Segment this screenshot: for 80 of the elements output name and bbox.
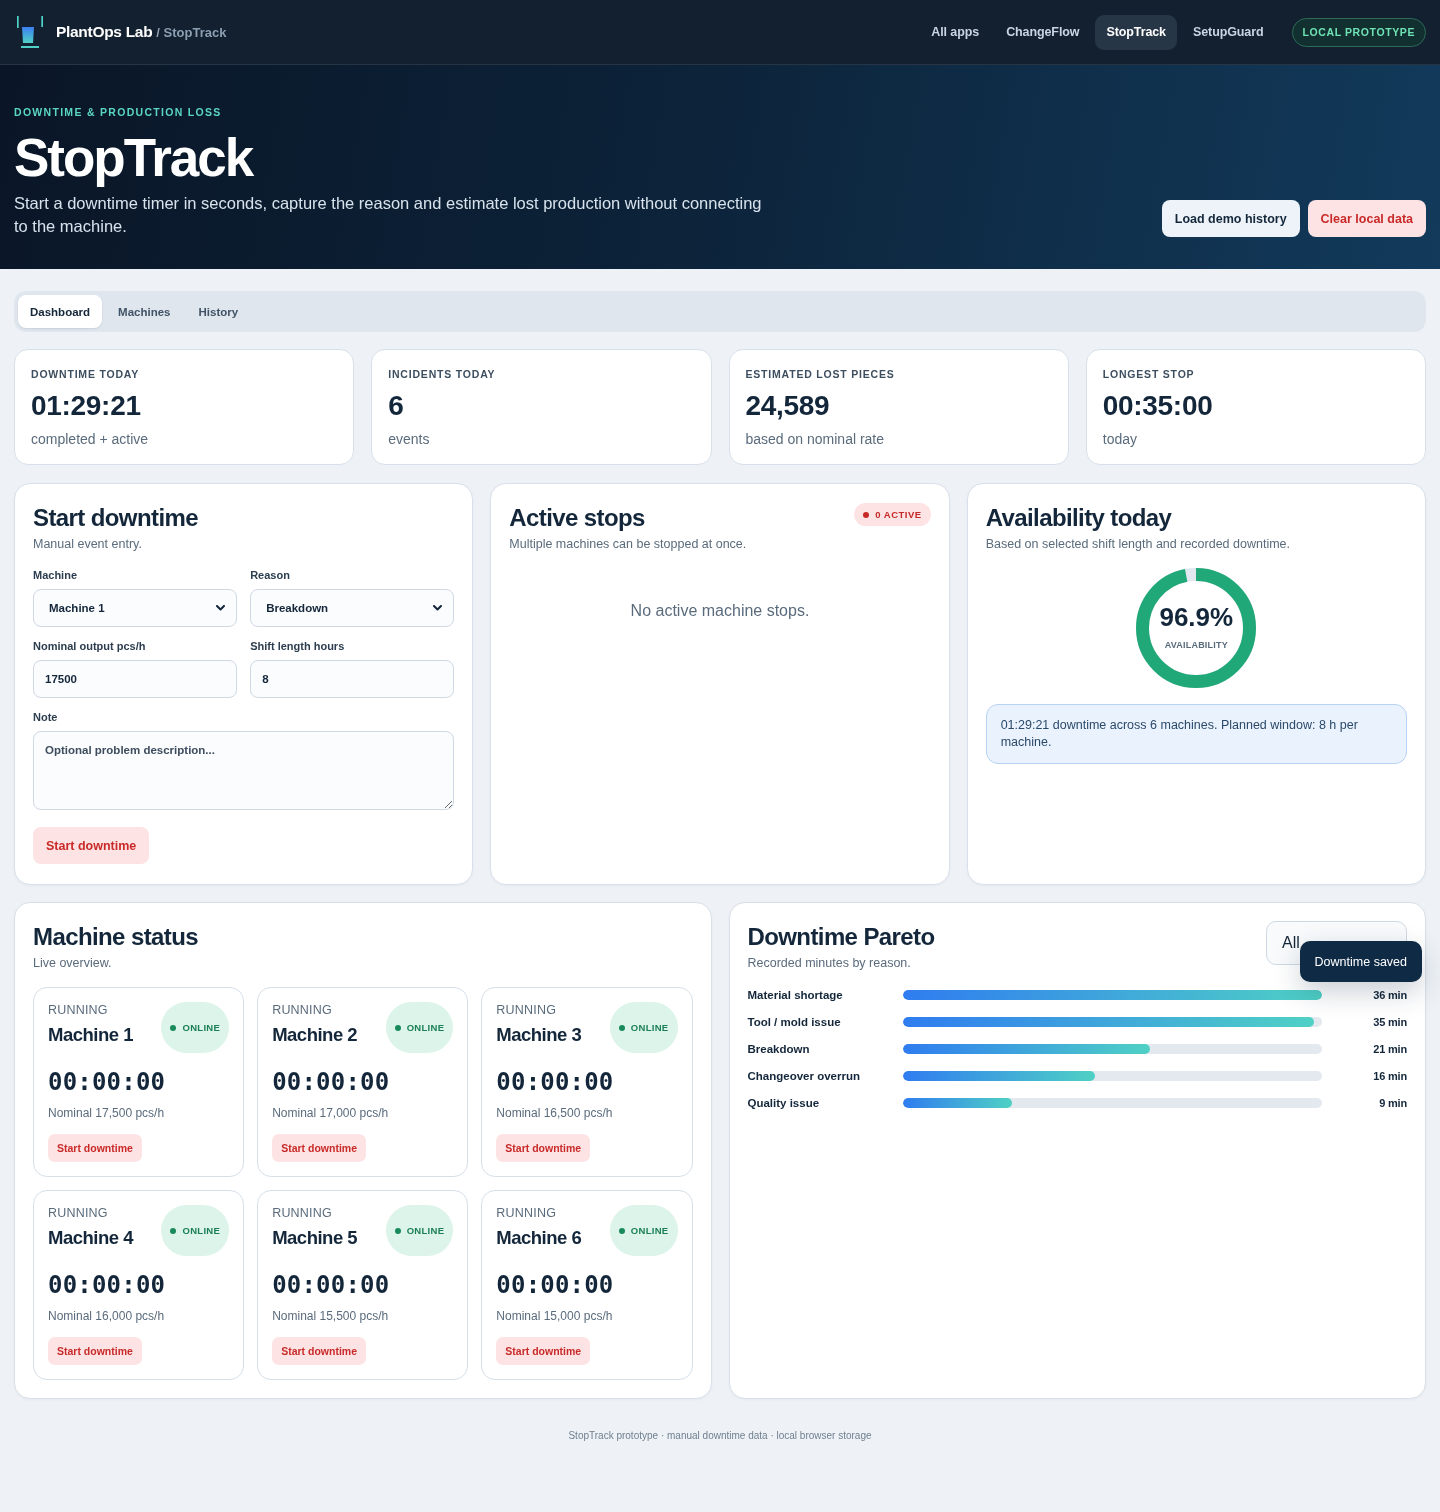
stat-value: 00:35:00 bbox=[1102, 389, 1214, 423]
brand-name: PlantOps Lab bbox=[56, 23, 153, 41]
status-label: ONLINE bbox=[630, 1225, 669, 1236]
page-description: Start a downtime timer in seconds, capture the reason and estimate lost production without connecting to the machine. bbox=[14, 193, 763, 237]
minutes-value: 9 min bbox=[1378, 1096, 1407, 1109]
machine-state: RUNNING bbox=[272, 1002, 333, 1018]
nominal-rate: Nominal 17,000 pcs/h bbox=[272, 1105, 390, 1121]
prototype-badge: LOCAL PROTOTYPE bbox=[1291, 17, 1426, 47]
info-note: 01:29:21 downtime across 6 machines. Planned window: 8 h per machine. bbox=[985, 704, 1407, 764]
machine-name: Machine 1 bbox=[48, 1023, 133, 1047]
card-title: Downtime Pareto bbox=[747, 923, 935, 951]
card-subtitle: Based on selected shift length and recorded downtime. bbox=[985, 536, 1291, 552]
nominal-rate: Nominal 15,000 pcs/h bbox=[496, 1308, 614, 1324]
saved-toast: Downtime saved bbox=[1299, 941, 1422, 982]
machine-state: RUNNING bbox=[272, 1205, 333, 1221]
minutes-value: 21 min bbox=[1372, 1042, 1407, 1055]
stat-value: 6 bbox=[388, 389, 405, 423]
stat-caption: completed + active bbox=[31, 430, 150, 448]
machine-name: Machine 3 bbox=[496, 1023, 582, 1047]
card-subtitle: Live overview. bbox=[33, 955, 113, 971]
stat-caption: today bbox=[1102, 430, 1138, 448]
card-subtitle: Manual event entry. bbox=[33, 536, 143, 552]
timer-display: 00:00:00 bbox=[48, 1270, 167, 1300]
machine-state: RUNNING bbox=[48, 1205, 109, 1221]
card-title: Availability today bbox=[985, 504, 1173, 532]
field-label: Machine bbox=[33, 568, 78, 582]
field-label: Reason bbox=[250, 568, 291, 582]
reason-label: Changeover overrun bbox=[747, 1069, 861, 1082]
page-title: StopTrack bbox=[14, 129, 255, 187]
reason-label: Tool / mold issue bbox=[747, 1015, 842, 1028]
card-title: Machine status bbox=[33, 923, 199, 951]
stat-label: ESTIMATED LOST PIECES bbox=[745, 367, 896, 381]
timer-display: 00:00:00 bbox=[48, 1067, 167, 1097]
card-title: Start downtime bbox=[33, 504, 199, 532]
empty-state-message: No active machine stops. bbox=[629, 601, 811, 621]
machine-state: RUNNING bbox=[48, 1002, 109, 1018]
status-label: ONLINE bbox=[182, 1022, 221, 1033]
card-subtitle: Multiple machines can be stopped at once. bbox=[509, 536, 747, 552]
status-label: ONLINE bbox=[406, 1225, 445, 1236]
status-label: ONLINE bbox=[630, 1022, 669, 1033]
minutes-value: 35 min bbox=[1372, 1015, 1407, 1028]
status-label: ONLINE bbox=[182, 1225, 221, 1236]
field-label: Shift length hours bbox=[250, 639, 346, 653]
eyebrow-label: DOWNTIME & PRODUCTION LOSS bbox=[14, 105, 223, 119]
availability-caption: AVAILABILITY bbox=[1164, 640, 1228, 651]
stat-value: 01:29:21 bbox=[31, 389, 142, 423]
reason-label: Quality issue bbox=[747, 1096, 821, 1109]
field-label: Note bbox=[33, 710, 59, 724]
nominal-rate: Nominal 17,500 pcs/h bbox=[48, 1105, 166, 1121]
nominal-rate: Nominal 16,500 pcs/h bbox=[496, 1105, 614, 1121]
timer-display: 00:00:00 bbox=[496, 1270, 615, 1300]
card-title: Active stops bbox=[509, 504, 646, 532]
stat-caption: events bbox=[388, 430, 431, 448]
minutes-value: 16 min bbox=[1372, 1069, 1407, 1082]
timer-display: 00:00:00 bbox=[496, 1067, 615, 1097]
stat-label: DOWNTIME TODAY bbox=[31, 367, 141, 381]
stat-label: INCIDENTS TODAY bbox=[388, 367, 497, 381]
machine-name: Machine 4 bbox=[48, 1226, 133, 1250]
status-label: ONLINE bbox=[406, 1022, 445, 1033]
footer-note: StopTrack prototype · manual downtime data · local browser storage bbox=[568, 1429, 872, 1442]
card-subtitle: Recorded minutes by reason. bbox=[747, 955, 912, 971]
stat-label: LONGEST STOP bbox=[1102, 367, 1196, 381]
reason-label: Material shortage bbox=[747, 988, 844, 1001]
reason-label: Breakdown bbox=[747, 1042, 811, 1055]
field-label: Nominal output pcs/h bbox=[33, 639, 147, 653]
timer-display: 00:00:00 bbox=[272, 1270, 391, 1300]
machine-state: RUNNING bbox=[496, 1205, 558, 1221]
badge-label: 0 ACTIVE bbox=[875, 509, 922, 520]
stat-value: 24,589 bbox=[745, 389, 831, 423]
brand-product: / StopTrack bbox=[156, 24, 227, 40]
machine-name: Machine 2 bbox=[272, 1023, 358, 1047]
minutes-value: 36 min bbox=[1372, 988, 1407, 1001]
timer-display: 00:00:00 bbox=[272, 1067, 391, 1097]
nominal-rate: Nominal 15,500 pcs/h bbox=[272, 1308, 390, 1324]
machine-state: RUNNING bbox=[496, 1002, 558, 1018]
nominal-rate: Nominal 16,000 pcs/h bbox=[48, 1308, 166, 1324]
availability-value: 96.9% bbox=[1159, 602, 1234, 632]
machine-name: Machine 5 bbox=[272, 1226, 358, 1250]
stat-caption: based on nominal rate bbox=[745, 430, 886, 448]
machine-name: Machine 6 bbox=[496, 1226, 582, 1250]
